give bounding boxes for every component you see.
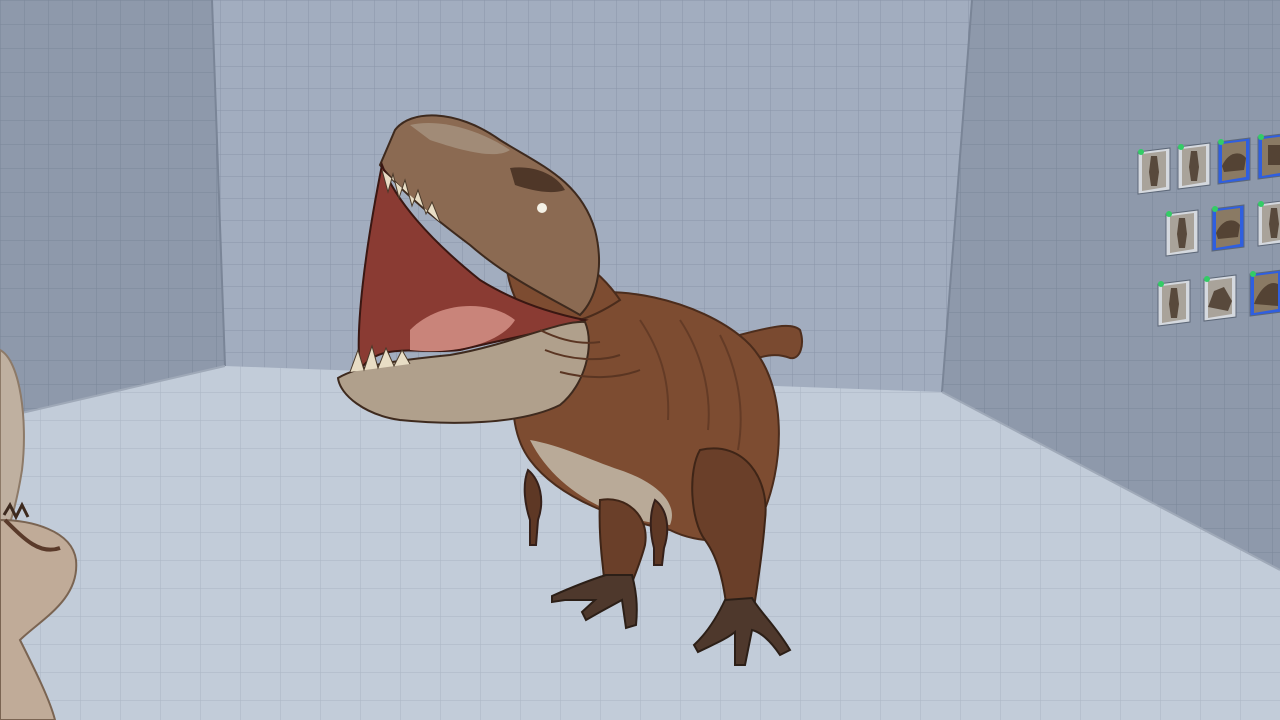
tall-creature-thumb-icon — [1177, 218, 1187, 248]
thumbnail-badge-icon — [1178, 144, 1184, 150]
thumbnail-tile[interactable] — [1211, 204, 1245, 252]
thumbnail-badge-icon — [1204, 276, 1210, 282]
thumbnail-tile[interactable] — [1217, 137, 1251, 185]
thumbnail-grid — [1137, 133, 1280, 327]
thumbnail-tile[interactable] — [1165, 209, 1199, 257]
thumbnail-badge-icon — [1250, 271, 1256, 277]
tall-creature-thumb-icon — [1149, 156, 1159, 186]
thumbnail-badge-icon — [1218, 139, 1224, 145]
thumbnail-tile[interactable] — [1257, 200, 1280, 247]
creature-thumbnail-panel — [0, 0, 1280, 720]
thumbnail-tile[interactable] — [1177, 142, 1211, 190]
thumbnail-tile[interactable] — [1157, 279, 1191, 327]
thumbnail-badge-icon — [1158, 281, 1164, 287]
thumbnail-badge-icon — [1166, 211, 1172, 217]
thumbnail-badge-icon — [1258, 134, 1264, 140]
thumbnail-tile[interactable] — [1249, 269, 1280, 317]
tall-creature-thumb-icon — [1169, 288, 1179, 318]
thumbnail-tile[interactable] — [1257, 133, 1280, 180]
tall-creature-thumb-icon — [1189, 151, 1199, 181]
thumbnail-badge-icon — [1138, 149, 1144, 155]
thumbnail-tile[interactable] — [1203, 274, 1237, 322]
partial-thumb-icon — [1268, 145, 1280, 165]
thumbnail-badge-icon — [1258, 201, 1264, 207]
game-viewport[interactable] — [0, 0, 1280, 720]
thumbnail-badge-icon — [1212, 206, 1218, 212]
thumbnail-tile[interactable] — [1137, 147, 1171, 195]
tall-creature-thumb-icon — [1269, 208, 1279, 238]
